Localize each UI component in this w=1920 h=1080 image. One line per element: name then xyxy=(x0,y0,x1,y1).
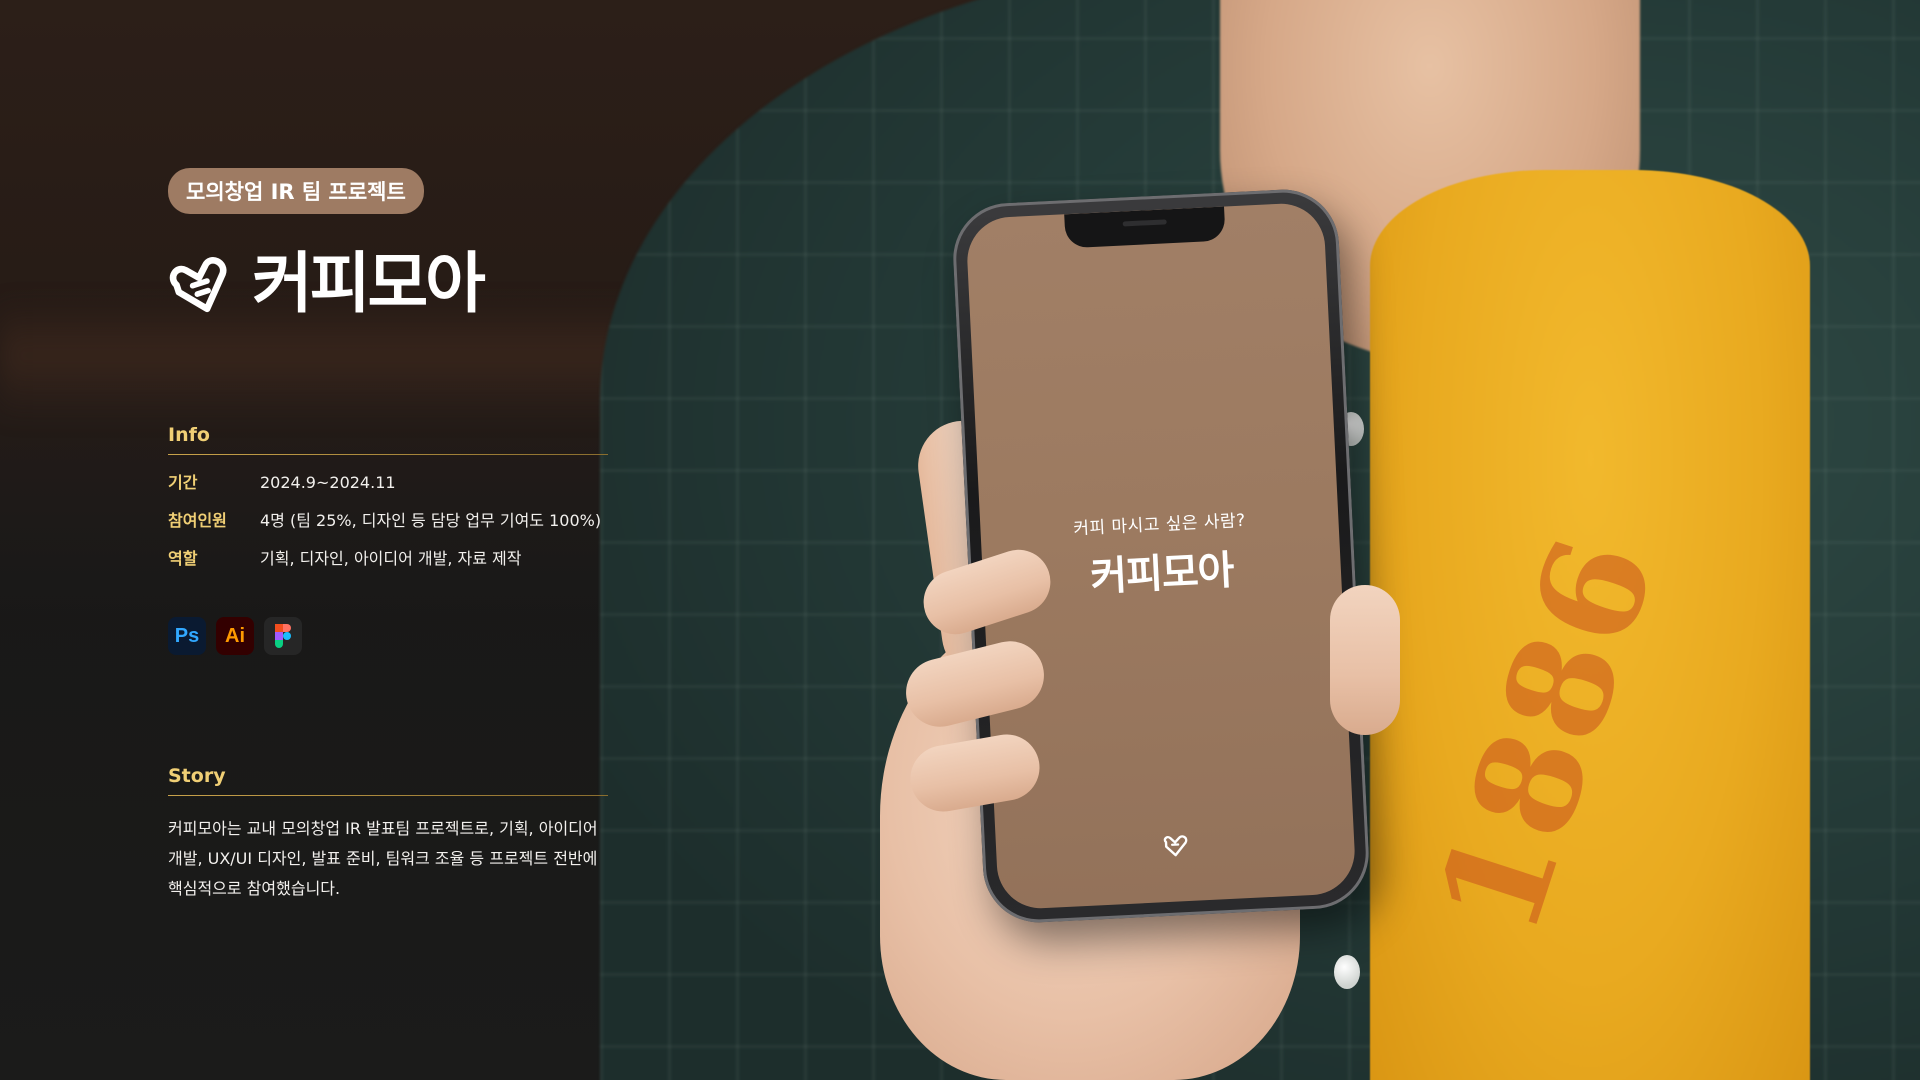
info-row-members: 참여인원 4명 (팀 25%, 디자인 등 담당 업무 기여도 100%) xyxy=(168,511,608,531)
phone-notch xyxy=(1064,206,1226,249)
coffee-heart-icon xyxy=(169,257,227,313)
info-row-role: 역할 기획, 디자인, 아이디어 개발, 자료 제작 xyxy=(168,549,608,569)
story-title: Story xyxy=(168,765,226,787)
story-divider xyxy=(168,795,608,796)
illustrator-icon: Ai xyxy=(216,617,254,655)
story-section: Story 커피모아는 교내 모의창업 IR 발표팀 프로젝트로, 기획, 아이… xyxy=(168,765,608,904)
project-type-badge: 모의창업 IR 팀 프로젝트 xyxy=(168,168,424,214)
photoshop-icon: Ps xyxy=(168,617,206,655)
info-label: 참여인원 xyxy=(168,511,227,530)
brand-name: 커피모아 xyxy=(252,245,486,322)
brand-logo: 커피모아 xyxy=(168,244,608,324)
info-section: Info 기간 2024.9~2024.11 참여인원 4명 (팀 25%, 디… xyxy=(168,424,608,655)
story-text: 커피모아는 교내 모의창업 IR 발표팀 프로젝트로, 기획, 아이디어 개발,… xyxy=(168,819,598,898)
info-value: 2024.9~2024.11 xyxy=(260,473,396,492)
info-value: 기획, 디자인, 아이디어 개발, 자료 제작 xyxy=(260,549,522,568)
info-value: 4명 (팀 25%, 디자인 등 담당 업무 기여도 100%) xyxy=(260,511,602,530)
shirt-button xyxy=(1334,955,1360,989)
info-title: Info xyxy=(168,424,210,446)
project-panel: 모의창업 IR 팀 프로젝트 커피모아 Info 기간 2024.9~2024.… xyxy=(168,168,608,904)
figma-icon xyxy=(264,617,302,655)
hand-finger xyxy=(1330,585,1400,735)
tool-icons: Ps Ai xyxy=(168,617,608,655)
info-row-period: 기간 2024.9~2024.11 xyxy=(168,473,608,493)
coffee-heart-icon xyxy=(1163,835,1188,857)
info-label: 역할 xyxy=(168,549,198,568)
info-divider xyxy=(168,454,608,455)
info-label: 기간 xyxy=(168,473,198,492)
